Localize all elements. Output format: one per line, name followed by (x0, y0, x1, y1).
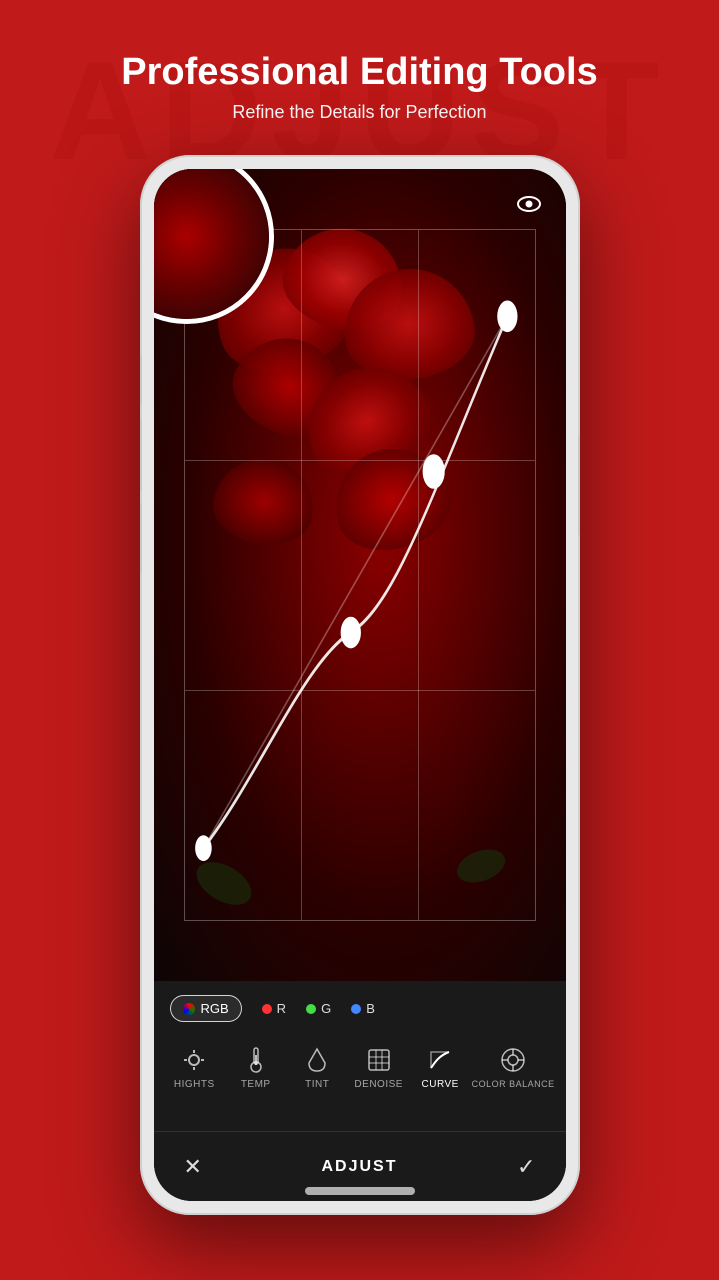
temp-label: TEMP (241, 1079, 271, 1090)
b-channel-button[interactable]: B (351, 1001, 375, 1016)
g-label: G (321, 1001, 331, 1016)
denoise-tool[interactable]: DENOISE (349, 1046, 409, 1090)
volume-down-button[interactable] (140, 503, 142, 573)
denoise-label: DENOISE (354, 1079, 403, 1090)
header-section: Professional Editing Tools Refine the De… (0, 0, 719, 123)
highlights-icon (180, 1046, 208, 1074)
tint-label: TINT (305, 1079, 329, 1090)
color-balance-label: COLOR BALANCE (472, 1079, 555, 1089)
r-label: R (277, 1001, 286, 1016)
denoise-icon (365, 1046, 393, 1074)
preview-toggle[interactable] (514, 189, 544, 219)
rgb-label: RGB (201, 1001, 229, 1016)
crop-grid (184, 229, 536, 921)
volume-up-button[interactable] (140, 420, 142, 490)
tool-bar: HIGHTS TEMP (154, 1046, 566, 1090)
curve-tool[interactable]: CURVE (410, 1046, 470, 1090)
rgb-channel-button[interactable]: RGB (170, 995, 242, 1022)
temp-tool[interactable]: TEMP (226, 1046, 286, 1090)
rgb-dot (183, 1003, 195, 1015)
b-dot (351, 1004, 361, 1014)
b-label: B (366, 1001, 375, 1016)
highlights-label: HIGHTS (174, 1079, 215, 1090)
phone-mockup: RGB R G B (140, 155, 580, 1215)
temp-icon (242, 1046, 270, 1074)
curve-icon (426, 1046, 454, 1074)
g-dot (306, 1004, 316, 1014)
curve-label: CURVE (422, 1079, 459, 1090)
phone-body: RGB R G B (140, 155, 580, 1215)
phone-screen: RGB R G B (154, 169, 566, 1201)
cancel-button[interactable]: ✕ (184, 1154, 202, 1180)
page-subtitle: Refine the Details for Perfection (0, 102, 719, 123)
home-indicator[interactable] (305, 1187, 415, 1195)
confirm-button[interactable]: ✓ (517, 1154, 535, 1180)
curve-overlay (185, 230, 535, 920)
highlights-tool[interactable]: HIGHTS (164, 1046, 224, 1090)
r-channel-button[interactable]: R (262, 1001, 286, 1016)
rgb-selector: RGB R G B (170, 995, 550, 1022)
control-bar: RGB R G B (154, 981, 566, 1201)
g-channel-button[interactable]: G (306, 1001, 331, 1016)
color-balance-icon (499, 1046, 527, 1074)
power-button[interactable] (578, 435, 580, 535)
action-title: ADJUST (321, 1158, 397, 1176)
page-title: Professional Editing Tools (0, 50, 719, 96)
tint-icon (303, 1046, 331, 1074)
volume-mute-button[interactable] (140, 355, 142, 405)
color-balance-tool[interactable]: COLOR BALANCE (472, 1046, 555, 1089)
r-dot (262, 1004, 272, 1014)
tint-tool[interactable]: TINT (287, 1046, 347, 1090)
